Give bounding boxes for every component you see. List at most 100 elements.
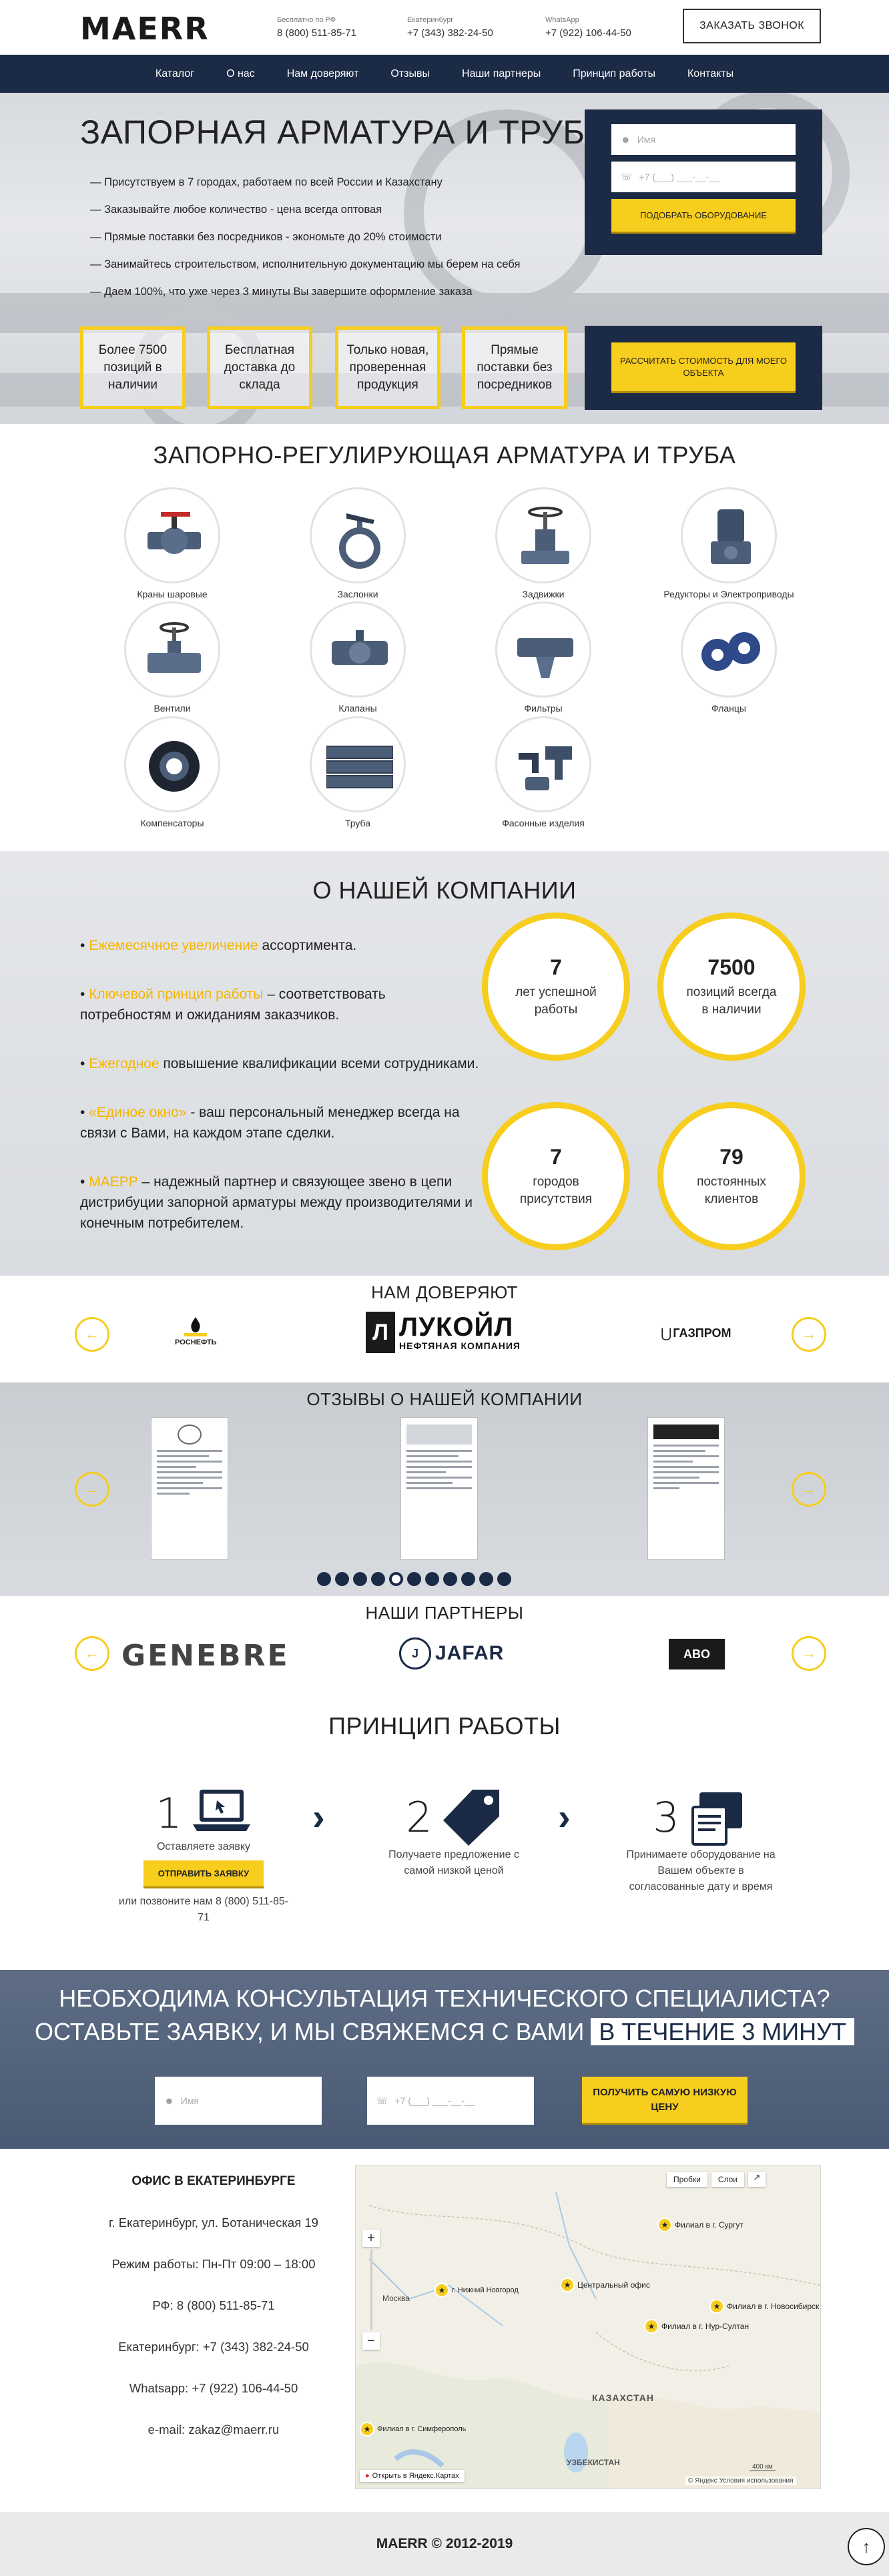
- cta-name-input[interactable]: ☻ Имя: [155, 2077, 322, 2125]
- partners-section: НАШИ ПАРТНЕРЫ ← GENEBRE J JAFAR ABO →: [0, 1596, 889, 1703]
- zoom-slider[interactable]: [370, 2250, 372, 2330]
- trust-next-arrow[interactable]: →: [792, 1317, 826, 1352]
- reviews-section: ОТЗЫВЫ О НАШЕЙ КОМПАНИИ ← →: [0, 1382, 889, 1596]
- traffic-button[interactable]: Пробки: [667, 2172, 707, 2187]
- about-bullets: • Ежемесячное увеличение ассортимента. •…: [80, 935, 481, 1262]
- partners-next-arrow[interactable]: →: [792, 1636, 826, 1671]
- about-bullet: • Ежемесячное увеличение ассортимента.: [80, 938, 357, 953]
- catalog-item[interactable]: Труба: [291, 716, 424, 828]
- rosneft-logo: РОСНЕФТЬ: [175, 1316, 217, 1346]
- order-call-button[interactable]: ЗАКАЗАТЬ ЗВОНОК: [683, 9, 821, 43]
- catalog-item[interactable]: Клапаны: [291, 601, 424, 714]
- step-2: 2 Получаете предложение с самой низкой ц…: [374, 1787, 534, 1879]
- cta-highlight: В ТЕЧЕНИЕ 3 МИНУТ: [591, 2018, 855, 2045]
- catalog-item[interactable]: Заслонки: [291, 487, 424, 599]
- pick-equipment-button[interactable]: ПОДОБРАТЬ ОБОРУДОВАНИЕ: [611, 199, 796, 234]
- stat-circle: 7 лет успешной работы: [482, 913, 630, 1061]
- get-lowest-price-button[interactable]: ПОЛУЧИТЬ САМУЮ НИЗКУЮ ЦЕНУ: [582, 2077, 748, 2125]
- office-phone-ekb[interactable]: Екатеринбург: +7 (343) 382-24-50: [80, 2326, 347, 2368]
- trust-prev-arrow[interactable]: ←: [75, 1317, 109, 1352]
- catalog-item[interactable]: Компенсаторы: [105, 716, 239, 828]
- hero-bullets: Присутствуем в 7 городах, работаем по вс…: [90, 169, 520, 306]
- map-marker[interactable]: ★ Филиал в г. Симферополь: [360, 2422, 466, 2436]
- calc-cost-button[interactable]: РАССЧИТАТЬ СТОИМОСТЬ ДЛЯ МОЕГО ОБЪЕКТА: [611, 342, 796, 393]
- pagination-dot[interactable]: [425, 1572, 439, 1586]
- ball-valve-image: [124, 487, 220, 583]
- office-phone-rf[interactable]: РФ: 8 (800) 511-85-71: [80, 2285, 347, 2326]
- compensator-image: [124, 716, 220, 812]
- fullscreen-icon[interactable]: ↗: [748, 2172, 766, 2187]
- contact-phone[interactable]: 8 (800) 511-85-71: [277, 27, 356, 40]
- send-request-button[interactable]: ОТПРАВИТЬ ЗАЯВКУ: [143, 1860, 264, 1888]
- review-letter[interactable]: [151, 1417, 228, 1560]
- open-in-yandex-link[interactable]: ● Открыть в Яндекс.Картах: [360, 2470, 465, 2482]
- hero-bullet: Заказывайте любое количество - цена всег…: [90, 196, 520, 224]
- phone-placeholder: +7 (___) ___-__-__: [639, 172, 719, 182]
- yandex-map[interactable]: Пробки Слои ↗ + − ★ Филиал в г. Сургут ★ г…: [355, 2165, 821, 2489]
- catalog-item[interactable]: Задвижки: [477, 487, 610, 599]
- pagination-dot[interactable]: [317, 1572, 331, 1586]
- logo[interactable]: MAERR: [80, 11, 210, 47]
- map-marker[interactable]: ★ Филиал в г. Нур-Султан: [644, 2319, 749, 2334]
- nav-catalog[interactable]: Каталог: [139, 68, 210, 80]
- office-whatsapp[interactable]: Whatsapp: +7 (922) 106-44-50: [80, 2368, 347, 2409]
- principle-section: ПРИНЦИП РАБОТЫ 1 Оставляете заявку ОТПРА…: [0, 1703, 889, 1970]
- scroll-to-top-button[interactable]: ↑: [848, 2528, 885, 2565]
- zoom-in-button[interactable]: +: [362, 2230, 380, 2247]
- phone-input[interactable]: ☏ +7 (___) ___-__-__: [611, 162, 796, 192]
- genebre-logo: GENEBRE: [121, 1639, 290, 1673]
- layers-button[interactable]: Слои: [711, 2172, 744, 2187]
- gearbox-image: [681, 487, 777, 583]
- pagination-dot-active[interactable]: [389, 1572, 403, 1586]
- review-letter[interactable]: [647, 1417, 725, 1560]
- nav-partners[interactable]: Наши партнеры: [446, 68, 557, 80]
- contact-phone[interactable]: +7 (343) 382-24-50: [407, 27, 493, 40]
- marker-label: Филиал в г. Симферополь: [377, 2425, 467, 2433]
- feature-card: Только новая, проверенная продукция: [335, 326, 440, 409]
- abo-logo: ABO: [669, 1639, 725, 1669]
- nav-principle[interactable]: Принцип работы: [557, 68, 671, 80]
- step-text: Получаете предложение с самой низкой цен…: [388, 1849, 519, 1876]
- contact-caption: Бесплатно по РФ: [277, 16, 336, 24]
- map-marker[interactable]: ★ Центральный офис: [560, 2278, 650, 2292]
- pagination-dot[interactable]: [353, 1572, 367, 1586]
- about-bullet-highlight: МАЕРР: [89, 1174, 138, 1190]
- catalog-item[interactable]: Фильтры: [477, 601, 610, 714]
- pagination-dot[interactable]: [497, 1572, 511, 1586]
- pagination-dot[interactable]: [407, 1572, 421, 1586]
- catalog-item[interactable]: Фасонные изделия: [477, 716, 610, 828]
- catalog-item[interactable]: Вентили: [105, 601, 239, 714]
- pagination-dot[interactable]: [443, 1572, 457, 1586]
- map-marker[interactable]: ★ г. Нижний Новгород: [434, 2283, 519, 2298]
- map-marker[interactable]: ★ Филиал в г. Сургут: [657, 2218, 744, 2232]
- gazprom-text: ГАЗПРОМ: [673, 1326, 731, 1340]
- contact-free: Бесплатно по РФ 8 (800) 511-85-71: [277, 13, 356, 40]
- catalog-item[interactable]: Краны шаровые: [105, 487, 239, 599]
- reviews-next-arrow[interactable]: →: [792, 1472, 826, 1507]
- stat-circle: 7500 позиций всегда в наличии: [657, 913, 806, 1061]
- stop-valve-image: [124, 601, 220, 698]
- pagination-dot[interactable]: [461, 1572, 475, 1586]
- nav-about[interactable]: О нас: [210, 68, 271, 80]
- partners-prev-arrow[interactable]: ←: [75, 1636, 109, 1671]
- pagination-dot[interactable]: [371, 1572, 385, 1586]
- zoom-out-button[interactable]: −: [362, 2332, 380, 2350]
- catalog-item[interactable]: Редукторы и Электроприводы: [662, 487, 796, 599]
- map-copyright[interactable]: © Яндекс Условия использования: [685, 2477, 796, 2485]
- nav-trust[interactable]: Нам доверяют: [271, 68, 375, 80]
- nav-reviews[interactable]: Отзывы: [374, 68, 446, 80]
- map-pin-icon: ●: [365, 2472, 370, 2480]
- map-marker[interactable]: ★ Филиал в г. Новосибирск: [709, 2299, 819, 2314]
- pagination-dot[interactable]: [335, 1572, 349, 1586]
- reviews-prev-arrow[interactable]: ←: [75, 1472, 109, 1507]
- nav-contacts[interactable]: Контакты: [671, 68, 750, 80]
- map-country-label: УЗБЕКИСТАН: [567, 2458, 620, 2467]
- review-letter[interactable]: [400, 1417, 478, 1560]
- pagination-dot[interactable]: [479, 1572, 493, 1586]
- contact-phone[interactable]: +7 (922) 106-44-50: [545, 27, 631, 40]
- name-input[interactable]: ☻ Имя: [611, 124, 796, 155]
- hero-form: ☻ Имя ☏ +7 (___) ___-__-__ ПОДОБРАТЬ ОБОРУ…: [585, 109, 822, 255]
- office-email[interactable]: e-mail: zakaz@maerr.ru: [80, 2409, 347, 2451]
- catalog-item[interactable]: Фланцы: [662, 601, 796, 714]
- cta-phone-input[interactable]: ☏ +7 (___) ___-__-__: [367, 2077, 534, 2125]
